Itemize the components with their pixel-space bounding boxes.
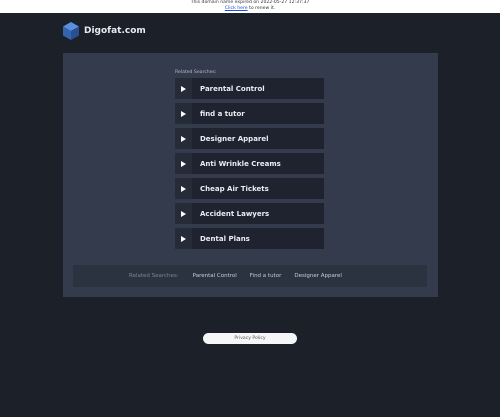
related-link[interactable]: Accident Lawyers bbox=[175, 203, 324, 224]
related-link[interactable]: Anti Wrinkle Creams bbox=[175, 153, 324, 174]
arrow-right-icon bbox=[175, 153, 192, 174]
site-logo[interactable]: Digofat.com bbox=[62, 21, 146, 41]
footer-link-designer-apparel[interactable]: Designer Apparel bbox=[294, 273, 342, 279]
related-link-label: Cheap Air Tickets bbox=[200, 184, 269, 193]
site-name: Digofat.com bbox=[84, 26, 146, 36]
arrow-right-icon bbox=[175, 103, 192, 124]
footer-link-parental-control[interactable]: Parental Control bbox=[193, 273, 237, 279]
footer-link-find-a-tutor[interactable]: Find a tutor bbox=[250, 273, 282, 279]
related-link-label: find a tutor bbox=[200, 109, 245, 118]
related-searches-label: Related Searches: bbox=[175, 70, 217, 75]
related-link-label: Dental Plans bbox=[200, 234, 250, 243]
related-link[interactable]: Cheap Air Tickets bbox=[175, 178, 324, 199]
related-links-list: Parental Control find a tutor Designer A… bbox=[175, 78, 324, 253]
renew-link[interactable]: Click here bbox=[225, 6, 248, 11]
privacy-policy-button[interactable]: Privacy Policy bbox=[203, 333, 297, 344]
related-link-label: Designer Apparel bbox=[200, 134, 269, 143]
arrow-right-icon bbox=[175, 178, 192, 199]
related-link[interactable]: Parental Control bbox=[175, 78, 324, 99]
renew-suffix: to renew it. bbox=[247, 5, 276, 11]
renew-line: Click here to renew it. bbox=[0, 6, 500, 12]
related-link-label: Parental Control bbox=[200, 84, 265, 93]
arrow-right-icon bbox=[175, 203, 192, 224]
related-link-label: Anti Wrinkle Creams bbox=[200, 159, 281, 168]
expired-notice-bar: This domain name expired on 2022-05-27 1… bbox=[0, 0, 500, 13]
related-link[interactable]: Designer Apparel bbox=[175, 128, 324, 149]
arrow-right-icon bbox=[175, 228, 192, 249]
related-link[interactable]: Dental Plans bbox=[175, 228, 324, 249]
related-link[interactable]: find a tutor bbox=[175, 103, 324, 124]
related-link-label: Accident Lawyers bbox=[200, 209, 270, 218]
arrow-right-icon bbox=[175, 128, 192, 149]
cube-icon bbox=[63, 22, 79, 40]
arrow-right-icon bbox=[175, 78, 192, 99]
footer-related-searches: Related Searches: Parental Control Find … bbox=[73, 265, 427, 287]
footer-related-label: Related Searches: bbox=[129, 273, 179, 279]
